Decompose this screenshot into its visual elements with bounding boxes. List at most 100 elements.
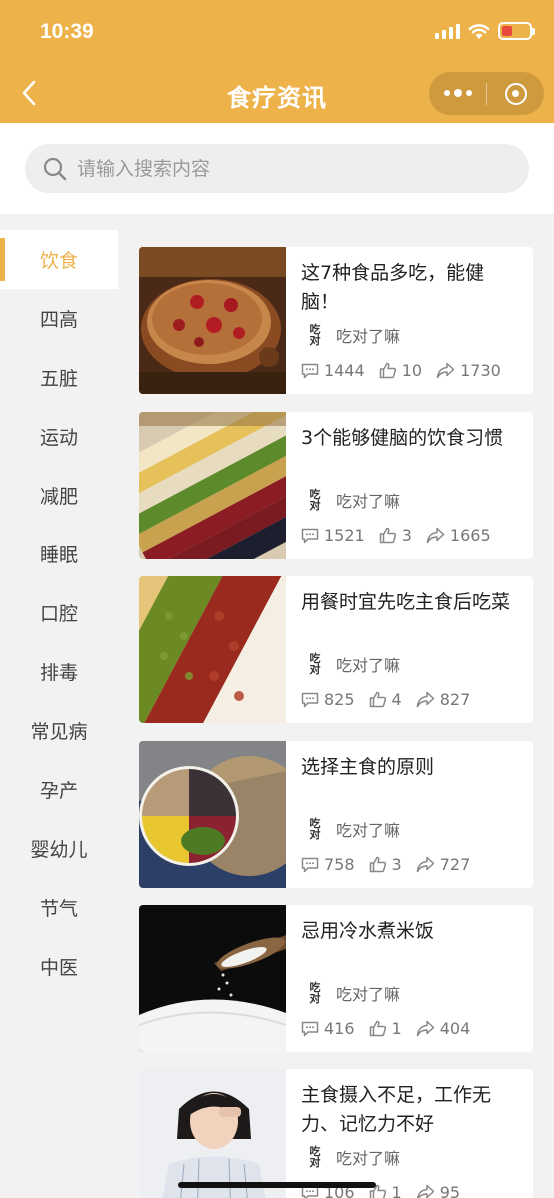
comment-stat: 825: [301, 690, 355, 709]
share-count: 827: [439, 690, 471, 709]
home-indicator[interactable]: [178, 1182, 376, 1188]
author-logo-icon: 吃对: [309, 652, 321, 676]
share-icon: [416, 1184, 434, 1198]
search-input[interactable]: [77, 157, 497, 180]
article-card[interactable]: 用餐时宜先吃主食后吃菜 吃对 吃对了嘛 825 4 827: [139, 576, 533, 723]
share-count: 1665: [449, 526, 491, 545]
like-stat: 3: [369, 855, 402, 874]
share-stat: 404: [416, 1019, 471, 1038]
article-title: 主食摄入不足，工作无力、记忆力不好: [301, 1084, 492, 1135]
status-icons: [435, 22, 535, 40]
share-stat: 1665: [426, 526, 491, 545]
article-card[interactable]: 主食摄入不足，工作无力、记忆力不好 吃对 吃对了嘛 106 1 95: [139, 1069, 533, 1198]
wifi-icon: [468, 23, 490, 39]
article-author: 吃对 吃对了嘛: [302, 651, 401, 677]
article-thumbnail: [139, 576, 286, 723]
article-thumbnail: [139, 247, 286, 394]
thumbs-up-icon: [369, 856, 386, 873]
close-mini-program-button[interactable]: [487, 72, 544, 115]
author-logo-icon: 吃对: [309, 981, 321, 1005]
sidebar-item-common-diseases[interactable]: 常见病: [0, 701, 118, 760]
comment-stat: 758: [301, 855, 355, 874]
sidebar-item-five-organs[interactable]: 五脏: [0, 348, 118, 407]
share-icon: [416, 691, 434, 708]
article-card[interactable]: 这7种食品多吃，能健脑！ 吃对 吃对了嘛 1444 10 1730: [139, 247, 533, 394]
comment-stat: 416: [301, 1019, 355, 1038]
author-name: 吃对了嘛: [336, 327, 401, 346]
search-box[interactable]: [25, 144, 529, 193]
author-name: 吃对了嘛: [336, 656, 401, 675]
sidebar-item-exercise[interactable]: 运动: [0, 407, 118, 466]
article-author: 吃对 吃对了嘛: [302, 1144, 401, 1170]
like-stat: 3: [379, 526, 412, 545]
sidebar-item-detox[interactable]: 排毒: [0, 642, 118, 701]
share-stat: 95: [416, 1183, 460, 1198]
like-count: 3: [401, 526, 412, 545]
article-title: 忌用冷水煮米饭: [301, 920, 435, 942]
article-thumbnail: [139, 741, 286, 888]
article-card[interactable]: 选择主食的原则 吃对 吃对了嘛 758 3 727: [139, 741, 533, 888]
comment-icon: [301, 857, 319, 872]
article-stats: 1521 3 1665: [301, 526, 505, 545]
like-count: 1: [391, 1183, 402, 1198]
article-card[interactable]: 3个能够健脑的饮食习惯 吃对 吃对了嘛 1521 3 1665: [139, 412, 533, 559]
article-card[interactable]: 忌用冷水煮米饭 吃对 吃对了嘛 416 1 404: [139, 905, 533, 1052]
article-thumbnail: [139, 905, 286, 1052]
comment-icon: [301, 363, 319, 378]
share-icon: [416, 856, 434, 873]
sidebar-item-infants[interactable]: 婴幼儿: [0, 819, 118, 878]
like-stat: 10: [379, 361, 422, 380]
sidebar-item-solar-terms[interactable]: 节气: [0, 878, 118, 937]
category-sidebar: 饮食 四高 五脏 运动 减肥 睡眠 口腔 排毒 常见病 孕产 婴幼儿 节气 中医: [0, 230, 118, 1198]
search-area: [0, 123, 554, 214]
article-title: 选择主食的原则: [301, 756, 435, 778]
article-author: 吃对 吃对了嘛: [302, 816, 401, 842]
article-stats: 825 4 827: [301, 690, 484, 709]
comment-icon: [301, 692, 319, 707]
sidebar-item-diet[interactable]: 饮食: [0, 230, 118, 289]
sidebar-item-sleep[interactable]: 睡眠: [0, 524, 118, 583]
mini-program-capsule: [429, 72, 544, 115]
like-count: 10: [401, 361, 423, 380]
share-icon: [426, 527, 445, 544]
like-stat: 4: [369, 690, 402, 709]
author-logo-icon: 吃对: [309, 1145, 321, 1169]
comment-count: 825: [324, 690, 355, 709]
thumbs-up-icon: [379, 527, 396, 544]
thumbs-up-icon: [369, 1020, 386, 1037]
author-logo-icon: 吃对: [309, 323, 321, 347]
sidebar-item-four-highs[interactable]: 四高: [0, 289, 118, 348]
status-time: 10:39: [40, 20, 94, 43]
sidebar-item-weight-loss[interactable]: 减肥: [0, 466, 118, 525]
share-count: 95: [439, 1183, 461, 1198]
share-stat: 827: [416, 690, 471, 709]
battery-icon: [498, 22, 535, 40]
sidebar-item-tcm[interactable]: 中医: [0, 937, 118, 996]
target-icon: [504, 82, 527, 105]
article-title: 用餐时宜先吃主食后吃菜: [301, 591, 511, 613]
share-count: 404: [439, 1019, 471, 1038]
comment-count: 758: [324, 855, 355, 874]
more-dots-icon: [443, 89, 472, 97]
search-icon: [43, 157, 67, 180]
comment-stat: 1444: [301, 361, 365, 380]
comment-icon: [301, 1021, 319, 1036]
comment-icon: [301, 528, 319, 543]
like-count: 4: [391, 690, 402, 709]
top-bar: 10:39 食疗资讯: [0, 0, 554, 123]
comment-count: 416: [324, 1019, 355, 1038]
sidebar-item-pregnancy[interactable]: 孕产: [0, 760, 118, 819]
sidebar-item-oral[interactable]: 口腔: [0, 583, 118, 642]
thumbs-up-icon: [379, 362, 396, 379]
author-logo-icon: 吃对: [309, 817, 321, 841]
author-logo-icon: 吃对: [309, 488, 321, 512]
author-name: 吃对了嘛: [336, 1149, 401, 1168]
more-button[interactable]: [429, 72, 486, 115]
share-count: 1730: [460, 361, 501, 380]
article-thumbnail: [139, 1069, 286, 1198]
share-icon: [436, 362, 455, 379]
article-stats: 758 3 727: [301, 855, 484, 874]
like-count: 1: [391, 1019, 402, 1038]
share-stat: 1730: [436, 361, 501, 380]
signal-icon: [435, 23, 460, 39]
